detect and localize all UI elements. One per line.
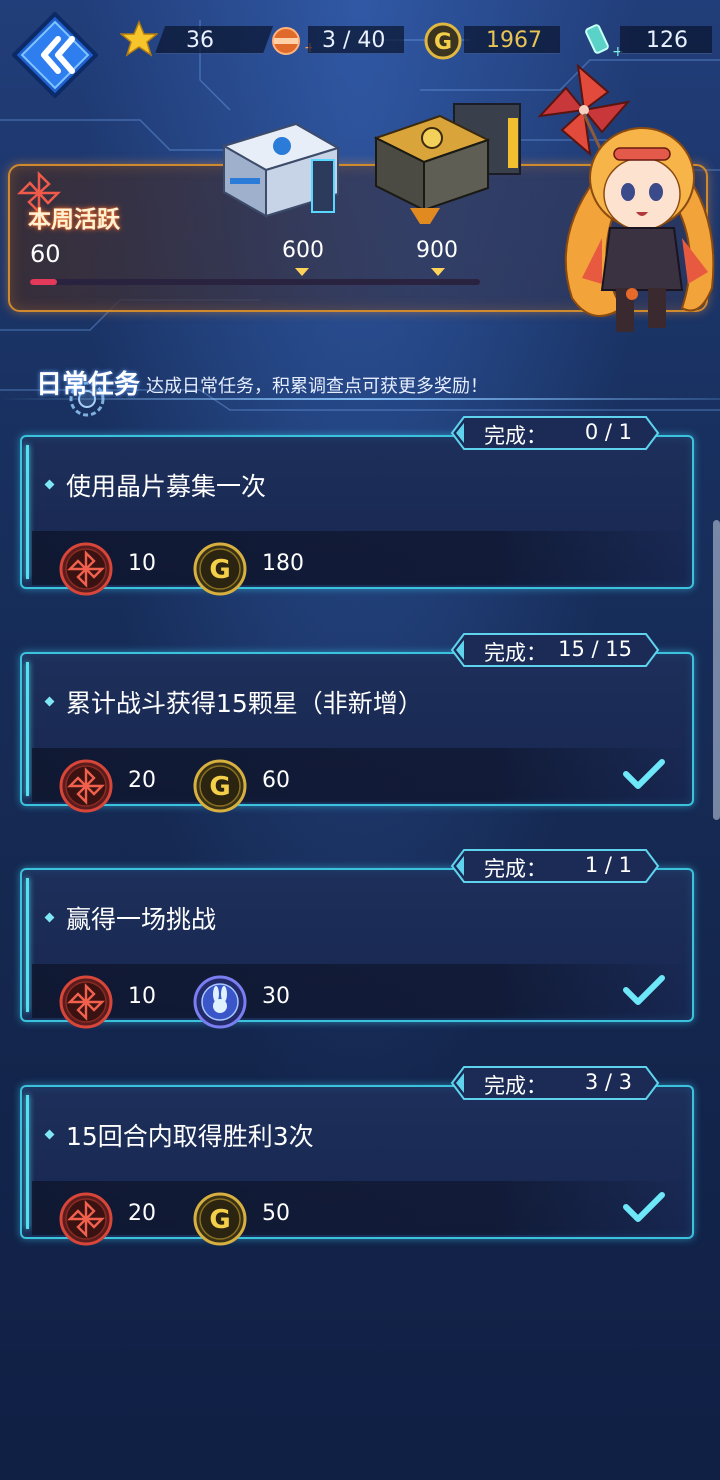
weekly-title: 本周活跃: [28, 207, 120, 233]
crystal-vial-icon: +: [585, 24, 624, 60]
rabbit-emblem-icon: [192, 974, 248, 1034]
status-count: 15 / 15: [558, 637, 632, 661]
stamina-counter: + 3 / 40: [268, 16, 408, 60]
gold-value: 1967: [486, 28, 542, 53]
stamina-value: 3 / 40: [322, 28, 386, 53]
daily-tasks-subtitle: 达成日常任务，积累调查点可获更多奖励！: [146, 376, 488, 397]
status-label: 完成：: [484, 1074, 547, 1098]
completed-check-icon: [622, 756, 666, 796]
task-name: 15回合内取得胜利3次: [66, 1122, 314, 1151]
reward-chest-600[interactable]: [216, 118, 348, 226]
task-accent-bar: [26, 1095, 29, 1229]
stars-value: 36: [186, 28, 214, 53]
milestone-600-label: 600: [282, 238, 324, 263]
completed-check-icon: [622, 1189, 666, 1229]
daily-tasks-title: 日常任务: [36, 370, 141, 400]
stars-counter: 36: [120, 16, 274, 60]
reward-chest-900[interactable]: [370, 98, 526, 226]
gold-coin-icon: G: [192, 1191, 248, 1251]
star-icon: [120, 20, 158, 57]
milestone-600-marker: [295, 268, 309, 276]
pinwheel-icon: [58, 1191, 114, 1251]
status-label: 完成：: [484, 424, 547, 448]
weekly-current-value: 60: [30, 240, 61, 268]
gold-coin-icon: G: [424, 22, 462, 60]
back-button[interactable]: [12, 12, 98, 98]
svg-text:G: G: [434, 30, 452, 55]
gold-counter: G 1967: [424, 16, 564, 60]
task-card[interactable]: 完成： 3 / 3 15回合内取得胜利3次 20 G 50: [20, 1066, 694, 1246]
task-bullet: [44, 1129, 55, 1140]
task-accent-bar: [26, 662, 29, 796]
pinwheel-icon: [58, 541, 114, 601]
status-count: 0 / 1: [584, 420, 632, 444]
mascot-character: [537, 63, 715, 332]
reward-1-value: 10: [128, 551, 156, 576]
reward-2-value: 50: [262, 1201, 290, 1226]
reward-2-value: 60: [262, 768, 290, 793]
reward-1-value: 10: [128, 984, 156, 1009]
task-card[interactable]: 完成： 15 / 15 累计战斗获得15颗星（非新增） 20 G 60: [20, 633, 694, 813]
svg-text:G: G: [209, 1205, 230, 1235]
status-label: 完成：: [484, 857, 547, 881]
task-bullet: [44, 696, 55, 707]
task-card[interactable]: 完成： 1 / 1 赢得一场挑战 10 30: [20, 849, 694, 1029]
task-status-badge: 完成： 1 / 1: [450, 848, 660, 884]
svg-text:G: G: [209, 772, 230, 802]
weekly-progress-fill: [30, 279, 57, 285]
status-count: 1 / 1: [584, 853, 632, 877]
reward-1-value: 20: [128, 1201, 156, 1226]
status-label: 完成：: [484, 641, 547, 665]
task-bullet: [44, 912, 55, 923]
milestone-900-label: 900: [416, 238, 458, 263]
task-status-badge: 完成： 3 / 3: [450, 1065, 660, 1101]
task-name: 累计战斗获得15颗星（非新增）: [66, 689, 423, 718]
svg-text:G: G: [209, 555, 230, 585]
crystal-value: 126: [646, 28, 688, 53]
reward-1-value: 20: [128, 768, 156, 793]
task-name: 使用晶片募集一次: [66, 472, 267, 501]
reward-2-value: 30: [262, 984, 290, 1009]
task-name: 赢得一场挑战: [66, 905, 217, 934]
weekly-progress-bar: [30, 279, 480, 285]
gold-coin-icon: G: [192, 758, 248, 818]
task-accent-bar: [26, 445, 29, 579]
scrollbar[interactable]: [713, 520, 720, 820]
milestone-900-marker: [431, 268, 445, 276]
completed-check-icon: [622, 972, 666, 1012]
task-card[interactable]: 完成： 0 / 1 使用晶片募集一次 10 G 180: [20, 416, 694, 596]
task-status-badge: 完成： 15 / 15: [450, 632, 660, 668]
task-bullet: [44, 479, 55, 490]
stamina-icon: +: [272, 27, 312, 56]
pinwheel-icon: [58, 974, 114, 1034]
pinwheel-icon: [58, 758, 114, 818]
gold-coin-icon: G: [192, 541, 248, 601]
task-accent-bar: [26, 878, 29, 1012]
status-count: 3 / 3: [584, 1070, 632, 1094]
crystal-counter: + 126: [580, 16, 716, 60]
reward-2-value: 180: [262, 551, 304, 576]
task-status-badge: 完成： 0 / 1: [450, 415, 660, 451]
